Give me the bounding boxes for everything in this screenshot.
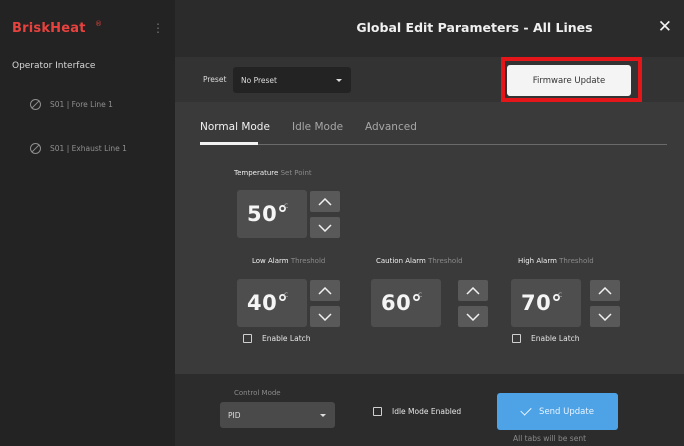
chevron-down-icon bbox=[320, 414, 326, 417]
temperature-increase-button[interactable] bbox=[310, 191, 340, 212]
sidebar: BriskHeat ® ⋮ Operator Interface S01 | F… bbox=[0, 0, 175, 446]
sidebar-item-fore-line[interactable]: S01 | Fore Line 1 bbox=[30, 96, 113, 112]
control-mode-label: Control Mode bbox=[234, 389, 281, 397]
sidebar-item-exhaust-line[interactable]: S01 | Exhaust Line 1 bbox=[30, 140, 127, 156]
chevron-up-icon bbox=[598, 286, 612, 295]
control-mode-value: PID bbox=[228, 410, 241, 420]
checkbox-icon bbox=[512, 334, 521, 343]
temperature-decrease-button[interactable] bbox=[310, 217, 340, 238]
chevron-down-icon bbox=[336, 79, 342, 82]
chevron-down-icon bbox=[598, 312, 612, 321]
low-alarm-latch-label: Enable Latch bbox=[262, 334, 311, 343]
chevron-up-icon bbox=[318, 197, 332, 206]
brand-logo: BriskHeat bbox=[12, 21, 86, 36]
tab-divider bbox=[200, 144, 667, 145]
high-alarm-caption: High Alarm Threshold bbox=[518, 257, 594, 265]
ban-icon bbox=[30, 142, 41, 154]
caution-alarm-unit: C bbox=[418, 292, 423, 299]
preset-select[interactable]: No Preset bbox=[233, 67, 351, 93]
low-alarm-caption: Low Alarm Threshold bbox=[252, 257, 326, 265]
low-alarm-latch-checkbox[interactable]: Enable Latch bbox=[243, 334, 311, 343]
checkbox-icon bbox=[373, 407, 382, 416]
preset-select-value: No Preset bbox=[241, 75, 277, 85]
tab-advanced[interactable]: Advanced bbox=[365, 121, 417, 133]
low-alarm-value-box: 40° C bbox=[237, 279, 307, 327]
send-note: All tabs will be sent bbox=[513, 434, 587, 443]
high-alarm-unit: C bbox=[558, 292, 563, 299]
chevron-down-icon bbox=[318, 312, 332, 321]
panel-title: Global Edit Parameters - All Lines bbox=[356, 20, 593, 35]
temperature-value: 50° bbox=[247, 202, 289, 226]
caution-alarm-value: 60° bbox=[381, 291, 423, 315]
caution-alarm-decrease-button[interactable] bbox=[458, 306, 488, 327]
temperature-unit: C bbox=[284, 203, 289, 210]
control-mode-select[interactable]: PID bbox=[220, 402, 335, 428]
chevron-down-icon bbox=[466, 312, 480, 321]
temperature-caption: Temperature Set Point bbox=[234, 169, 312, 177]
tab-idle-mode[interactable]: Idle Mode bbox=[292, 121, 343, 133]
checkbox-icon bbox=[243, 334, 252, 343]
ban-icon bbox=[30, 98, 41, 110]
chevron-up-icon bbox=[318, 286, 332, 295]
idle-mode-label: Idle Mode Enabled bbox=[392, 407, 462, 416]
temperature-value-box: 50° C bbox=[237, 190, 307, 238]
high-alarm-latch-label: Enable Latch bbox=[531, 334, 580, 343]
high-alarm-value: 70° bbox=[521, 291, 563, 315]
low-alarm-unit: C bbox=[284, 292, 289, 299]
idle-mode-checkbox[interactable]: Idle Mode Enabled bbox=[373, 407, 461, 416]
low-alarm-decrease-button[interactable] bbox=[310, 306, 340, 327]
high-alarm-value-box: 70° C bbox=[511, 279, 581, 327]
low-alarm-increase-button[interactable] bbox=[310, 280, 340, 301]
edit-parameters-panel: Global Edit Parameters - All Lines ✕ Pre… bbox=[175, 0, 684, 446]
preset-label: Preset bbox=[203, 75, 227, 84]
low-alarm-value: 40° bbox=[247, 291, 289, 315]
caution-alarm-caption: Caution Alarm Threshold bbox=[376, 257, 463, 265]
sidebar-item-label: S01 | Fore Line 1 bbox=[50, 99, 113, 109]
kebab-icon[interactable]: ⋮ bbox=[152, 20, 164, 36]
active-tab-indicator bbox=[200, 142, 258, 145]
high-alarm-increase-button[interactable] bbox=[590, 280, 620, 301]
high-alarm-latch-checkbox[interactable]: Enable Latch bbox=[512, 334, 580, 343]
check-icon bbox=[520, 404, 532, 416]
caution-alarm-value-box: 60° C bbox=[371, 279, 441, 327]
close-icon[interactable]: ✕ bbox=[658, 17, 672, 37]
tab-normal-mode[interactable]: Normal Mode bbox=[200, 121, 270, 133]
sidebar-title: Operator Interface bbox=[12, 61, 96, 71]
chevron-up-icon bbox=[466, 286, 480, 295]
sidebar-item-label: S01 | Exhaust Line 1 bbox=[50, 143, 127, 153]
send-update-button[interactable]: Send Update bbox=[497, 393, 618, 430]
firmware-update-button[interactable]: Firmware Update bbox=[507, 65, 631, 96]
caution-alarm-increase-button[interactable] bbox=[458, 280, 488, 301]
high-alarm-decrease-button[interactable] bbox=[590, 306, 620, 327]
brand-registered-mark: ® bbox=[95, 20, 102, 28]
send-update-label: Send Update bbox=[539, 406, 594, 417]
chevron-down-icon bbox=[318, 223, 332, 232]
panel-header: Global Edit Parameters - All Lines ✕ bbox=[175, 0, 684, 57]
